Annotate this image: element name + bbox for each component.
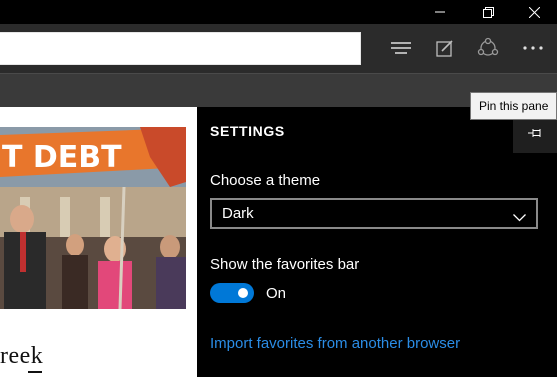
hub-button[interactable] [385,32,417,64]
banner-text: T DEBT [2,140,122,175]
close-icon [528,6,540,18]
toggle-knob [238,288,248,298]
webpage-content: T DEBT reek [0,107,197,377]
headline-continuation [28,371,42,373]
favorites-bar-state: On [266,285,287,302]
address-bar[interactable] [0,32,361,65]
pin-pane-button[interactable] [513,115,557,153]
theme-label: Choose a theme [210,172,321,189]
restore-button[interactable] [465,0,511,24]
restore-icon [482,6,494,18]
favorites-bar-toggle[interactable] [210,283,254,303]
article-headline[interactable]: reek [0,343,43,370]
import-favorites-link[interactable]: Import favorites from another browser [210,335,460,352]
close-button[interactable] [511,0,557,24]
share-icon [477,37,499,59]
pin-icon [528,125,542,143]
pin-tooltip: Pin this pane [470,92,557,120]
more-button[interactable] [517,32,549,64]
hub-icon [391,41,411,55]
title-bar [0,0,557,24]
news-photo[interactable]: T DEBT [0,127,186,309]
settings-title: SETTINGS [210,123,285,139]
settings-pane: SETTINGS Choose a theme Dark Show the fa… [197,107,557,377]
theme-select[interactable]: Dark [210,198,538,229]
theme-select-value: Dark [222,205,254,222]
minimize-button[interactable] [417,0,463,24]
more-icon [523,46,543,50]
pen-icon [436,39,454,57]
minimize-icon [435,7,445,17]
browser-toolbar [0,24,557,73]
web-note-button[interactable] [429,32,461,64]
chevron-down-icon [513,209,526,227]
favorites-bar-label: Show the favorites bar [210,256,360,273]
share-button[interactable] [472,32,504,64]
